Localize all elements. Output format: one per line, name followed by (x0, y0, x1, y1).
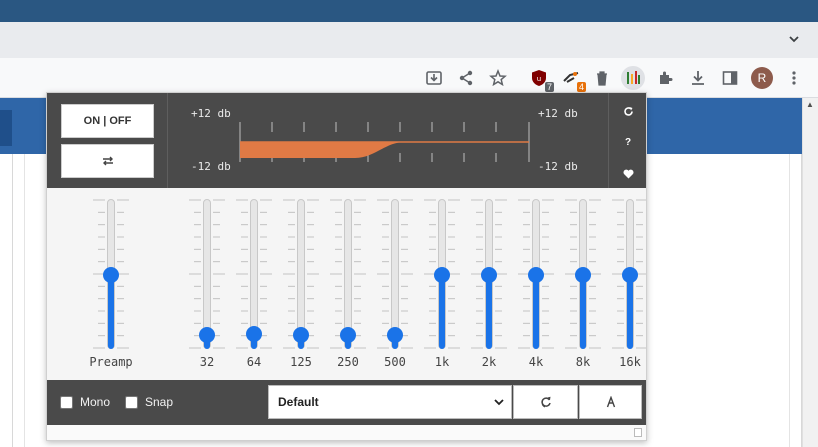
profile-avatar[interactable]: R (751, 67, 773, 89)
font-a-button[interactable] (579, 385, 642, 419)
db-max-left: +12 db (191, 107, 231, 120)
help-icon[interactable]: ? (615, 130, 641, 154)
slider-fill (108, 275, 114, 349)
refresh-preset-icon (540, 396, 551, 408)
trash-ext-icon[interactable] (590, 66, 614, 90)
band-slider-8k[interactable] (563, 199, 603, 349)
slider-fill (486, 275, 492, 349)
refresh-preset-button[interactable] (513, 385, 578, 419)
shopping-ext-icon[interactable]: 4 (559, 66, 586, 92)
mono-checkbox[interactable] (60, 396, 73, 409)
db-min-right: -12 db (538, 160, 578, 173)
shopping-badge: 4 (576, 82, 586, 92)
slider-thumb[interactable] (246, 325, 262, 342)
star-icon[interactable] (486, 66, 510, 90)
band-slider-1k[interactable] (422, 199, 462, 349)
font-a-icon (606, 396, 615, 408)
install-icon[interactable] (422, 66, 446, 90)
tab-search-chevron-icon[interactable] (784, 30, 804, 50)
equalizer-ext-icon[interactable] (621, 66, 645, 90)
reset-icon[interactable] (615, 99, 641, 123)
equalizer-popup: ON | OFF +12 db -12 db +12 db -12 db ? M… (46, 92, 647, 441)
kebab-menu-icon[interactable] (782, 66, 806, 90)
puzzle-icon[interactable] (654, 66, 678, 90)
tab-strip (0, 22, 818, 58)
slider-thumb[interactable] (575, 267, 591, 283)
slider-thumb[interactable] (340, 327, 356, 343)
heart-icon[interactable] (615, 162, 641, 186)
share-icon[interactable] (454, 66, 478, 90)
band-slider-64[interactable] (234, 199, 274, 349)
page-scrollbar[interactable] (802, 98, 818, 447)
slider-thumb[interactable] (528, 267, 544, 283)
eq-curve-fill (240, 142, 529, 158)
window-titlebar (0, 0, 818, 22)
side-panel-icon[interactable] (718, 66, 742, 90)
band-slider-2k[interactable] (469, 199, 509, 349)
popup-footer (47, 425, 646, 440)
slider-thumb[interactable] (199, 327, 215, 343)
band-label: 16k (619, 355, 641, 369)
power-toggle-button[interactable]: ON | OFF (61, 104, 154, 138)
swap-channels-button[interactable] (61, 144, 154, 178)
band-slider-4k[interactable] (516, 199, 556, 349)
ublock-badge: 7 (544, 82, 554, 92)
ublock-icon[interactable]: u 7 (527, 66, 554, 92)
mono-label: Mono (80, 395, 111, 409)
slider-fill (580, 275, 586, 349)
band-slider-16k[interactable] (610, 199, 646, 349)
svg-text:u: u (537, 75, 541, 83)
snap-label: Snap (145, 395, 174, 409)
slider-thumb[interactable] (434, 267, 450, 283)
slider-thumb[interactable] (387, 327, 403, 343)
preset-selected-value: Default (278, 395, 319, 409)
eq-curve-graph (239, 122, 530, 162)
band-label: Preamp (89, 355, 133, 369)
snap-checkbox[interactable] (125, 396, 138, 409)
download-icon[interactable] (686, 66, 710, 90)
swap-arrows-icon (102, 156, 113, 166)
band-slider-Preamp[interactable] (91, 199, 131, 349)
slider-fill (533, 275, 539, 349)
preset-select[interactable]: Default (268, 385, 512, 419)
band-slider-125[interactable] (281, 199, 321, 349)
slider-fill (627, 275, 633, 349)
scroll-up-arrow-icon[interactable]: ▲ (805, 100, 815, 110)
slider-thumb[interactable] (103, 267, 119, 283)
page-nav-chip[interactable] (0, 110, 12, 146)
band-slider-32[interactable] (187, 199, 227, 349)
slider-fill (439, 275, 445, 349)
db-min-left: -12 db (191, 160, 231, 173)
db-max-right: +12 db (538, 107, 578, 120)
slider-thumb[interactable] (293, 327, 309, 343)
slider-thumb[interactable] (481, 267, 497, 283)
side-divider (608, 93, 609, 188)
band-slider-500[interactable] (375, 199, 415, 349)
header-divider (167, 93, 168, 188)
band-slider-250[interactable] (328, 199, 368, 349)
resize-grip-icon[interactable] (634, 428, 642, 437)
slider-thumb[interactable] (622, 267, 638, 283)
chevron-down-icon (494, 399, 504, 406)
